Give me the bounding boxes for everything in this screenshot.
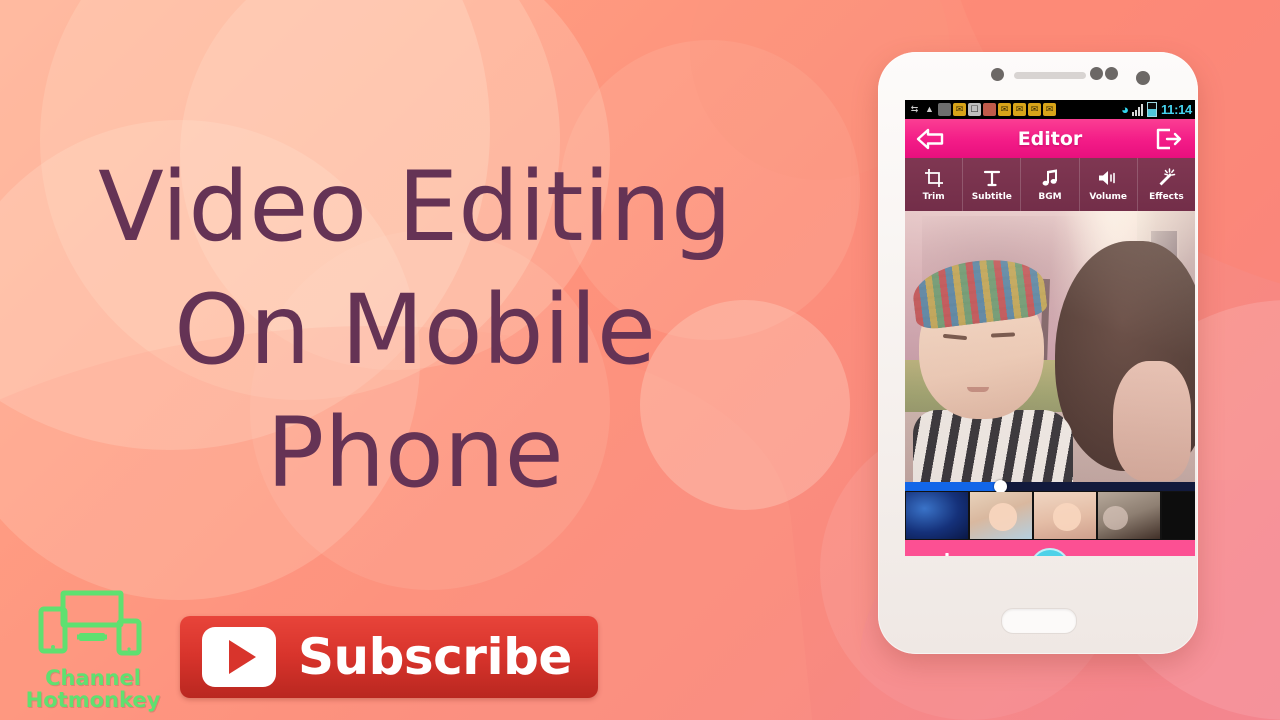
mail-icon: ✉ xyxy=(953,103,966,116)
timeline-strip[interactable] xyxy=(905,491,1195,540)
phone-mockup: ⇆ ▲ ✉ ☐ ✉ ✉ ✉ ✉ ◕ 11:14 Editor Trim Subt… xyxy=(878,52,1198,654)
wifi-icon: ◕ xyxy=(1121,102,1129,117)
pause-icon[interactable] xyxy=(1030,547,1070,556)
tool-effects[interactable]: Effects xyxy=(1137,158,1195,211)
mail-icon: ✉ xyxy=(998,103,1011,116)
tool-trim[interactable]: Trim xyxy=(905,158,964,211)
seek-bar[interactable] xyxy=(905,480,1195,493)
text-t-icon xyxy=(982,167,1002,189)
battery-icon xyxy=(1146,102,1157,117)
app-title: Editor xyxy=(1017,127,1083,150)
tool-bgm[interactable]: BGM xyxy=(1021,158,1080,211)
tool-label: BGM xyxy=(1038,192,1062,202)
magic-wand-icon xyxy=(1156,167,1176,189)
seek-fill xyxy=(905,482,1001,491)
tool-volume[interactable]: Volume xyxy=(1079,158,1138,211)
tool-label: Effects xyxy=(1149,192,1184,202)
tool-label: Volume xyxy=(1089,192,1128,202)
subscribe-button[interactable]: Subscribe xyxy=(180,616,598,698)
back-arrow-icon[interactable] xyxy=(915,126,947,152)
page-title: Video Editing On Mobile Phone xyxy=(98,151,732,509)
preview-haze-overlay xyxy=(905,211,1195,482)
mail-icon: ✉ xyxy=(1013,103,1026,116)
front-camera-icon xyxy=(1136,71,1150,85)
add-image-icon[interactable] xyxy=(916,550,960,556)
light-sensor-icon xyxy=(1090,67,1103,80)
youtube-play-icon xyxy=(202,627,276,687)
video-preview[interactable] xyxy=(905,211,1195,482)
tool-label: Trim xyxy=(922,192,945,202)
warning-icon: ▲ xyxy=(925,104,934,114)
alert-icon xyxy=(983,103,996,116)
editor-toolbar: Trim Subtitle BGM Volume Effects xyxy=(905,158,1195,211)
subscribe-label: Subscribe xyxy=(298,628,572,686)
channel-name: Channel Hotmonkey xyxy=(25,665,161,713)
devices-icon xyxy=(31,587,155,665)
tool-subtitle[interactable]: Subtitle xyxy=(963,158,1022,211)
phone-top-bezel xyxy=(878,52,1198,100)
speaker-icon xyxy=(1097,167,1119,189)
status-bar-time: 11:14 xyxy=(1160,102,1192,117)
exit-icon[interactable] xyxy=(1153,126,1185,152)
player-bottom-bar xyxy=(905,540,1195,556)
phone-screen: ⇆ ▲ ✉ ☐ ✉ ✉ ✉ ✉ ◕ 11:14 Editor Trim Subt… xyxy=(905,100,1195,556)
music-note-icon xyxy=(1040,167,1060,189)
tool-label: Subtitle xyxy=(971,192,1012,202)
timeline-clip[interactable] xyxy=(1098,492,1160,539)
channel-logo: Channel Hotmonkey xyxy=(8,587,178,712)
timeline-clip[interactable] xyxy=(1034,492,1096,539)
earpiece-speaker xyxy=(1014,72,1086,79)
message-icon: ☐ xyxy=(968,103,981,116)
thumbnail-canvas: Video Editing On Mobile Phone Channel Ho… xyxy=(0,0,1280,720)
crop-icon xyxy=(924,167,944,189)
mail-icon: ✉ xyxy=(1043,103,1056,116)
notification-led-icon xyxy=(1105,67,1118,80)
timeline-empty-space xyxy=(1162,492,1195,539)
timeline-clip[interactable] xyxy=(970,492,1032,539)
app-header: Editor xyxy=(905,119,1195,158)
proximity-sensor-icon xyxy=(991,68,1004,81)
screenshot-icon xyxy=(938,103,951,116)
sync-icon: ⇆ xyxy=(910,104,919,114)
home-button[interactable] xyxy=(1001,608,1077,634)
status-bar: ⇆ ▲ ✉ ☐ ✉ ✉ ✉ ✉ ◕ 11:14 xyxy=(905,100,1195,119)
timeline-clip[interactable] xyxy=(906,492,968,539)
mail-icon: ✉ xyxy=(1028,103,1041,116)
signal-bars-icon xyxy=(1131,103,1144,116)
